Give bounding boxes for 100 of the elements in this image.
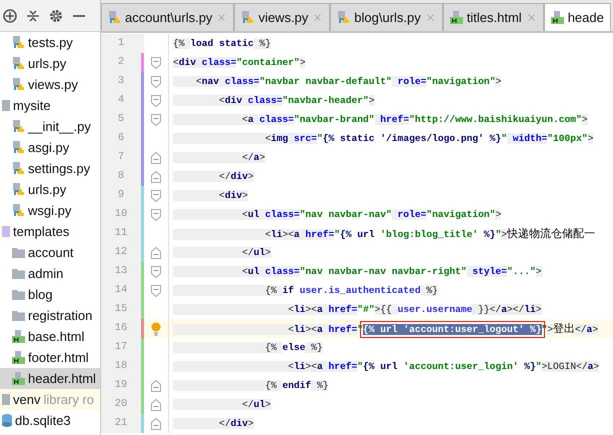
tree-item[interactable]: __init__.py (0, 116, 100, 137)
python-file-icon (12, 120, 25, 133)
tree-item[interactable]: urls.py (0, 53, 100, 74)
module-folder-icon (2, 394, 10, 405)
line-number: 20 (101, 395, 141, 414)
code-line: <ul class="nav navbar-nav" role="navigation"> (169, 209, 502, 220)
file-name: mysite (13, 98, 51, 113)
line-number: 12 (101, 243, 141, 262)
fold-marker-icon[interactable] (151, 76, 161, 88)
tree-item[interactable]: templates (0, 221, 100, 242)
tree-item[interactable]: venv library ro (0, 389, 100, 410)
line-number: 6 (101, 129, 141, 148)
fold-marker-icon[interactable] (151, 418, 161, 430)
editor-tab[interactable]: account\urls.py (101, 3, 234, 31)
code-line: <div class="container"> (172, 57, 306, 68)
html-file-icon (550, 11, 564, 24)
file-name: wsgi.py (28, 203, 72, 218)
line-number: 9 (101, 186, 141, 205)
fold-marker-icon[interactable] (151, 246, 161, 258)
file-name: urls.py (28, 182, 66, 197)
line-number: 16 (101, 319, 141, 338)
editor-tab[interactable]: titles.html (442, 3, 544, 31)
tree-item[interactable]: db.sqlite3 (0, 410, 100, 431)
code-line: <li><a href="{% url 'account:user_login' %}">LOGIN</a> (169, 361, 600, 372)
tab-label: heade (568, 10, 604, 25)
file-name: admin (28, 266, 64, 281)
file-name: header.html (28, 371, 96, 386)
tab-label: views.py (258, 10, 308, 25)
tab-label: titles.html (466, 10, 522, 25)
fold-marker-icon[interactable] (151, 152, 161, 164)
tree-item[interactable]: registration (0, 305, 100, 326)
settings-icon[interactable] (49, 8, 63, 22)
folder-icon (12, 289, 25, 300)
line-number: 1 (101, 34, 141, 53)
tree-item[interactable]: settings.py (0, 158, 100, 179)
tab-label: account\urls.py (125, 10, 212, 25)
file-name: __init__.py (28, 119, 91, 134)
code-line: {% load static %} (172, 38, 271, 49)
line-number: 3 (101, 72, 141, 91)
fold-marker-icon[interactable] (151, 208, 161, 220)
tree-item[interactable]: header.html (0, 368, 100, 389)
fold-marker-icon[interactable] (151, 398, 161, 410)
close-icon[interactable] (216, 12, 228, 23)
tree-item[interactable]: tests.py (0, 32, 100, 53)
tree-item[interactable]: asgi.py (0, 137, 100, 158)
tree-item[interactable]: views.py (0, 74, 100, 95)
python-file-icon (12, 141, 25, 154)
python-file-icon (12, 183, 25, 196)
code-line: <li><a href="{% url 'blog:blog_title' %}">快递物流仓储配一 (169, 226, 595, 241)
file-name: db.sqlite3 (15, 413, 71, 428)
collapse-all-icon[interactable] (26, 8, 40, 22)
fold-marker-icon[interactable] (151, 114, 161, 126)
fold-marker-icon[interactable] (151, 284, 161, 296)
file-name: account (28, 245, 74, 260)
line-number: 5 (101, 110, 141, 129)
editor-tab[interactable]: blog\urls.py (330, 3, 443, 31)
python-file-icon (12, 204, 25, 217)
module-folder-icon (2, 100, 10, 111)
tree-item[interactable]: account (0, 242, 100, 263)
tree-item[interactable]: footer.html (0, 347, 100, 368)
tree-item[interactable]: base.html (0, 326, 100, 347)
file-name: venv (13, 392, 40, 407)
python-file-icon (337, 11, 350, 24)
file-name: urls.py (28, 56, 66, 71)
file-name: asgi.py (28, 140, 70, 155)
library-root-label: library ro (43, 392, 94, 407)
python-file-icon (108, 11, 121, 24)
python-file-icon (241, 11, 254, 24)
tree-item[interactable]: mysite (0, 95, 100, 116)
code-line: <a class="navbar-brand" href="http://www.baishikuaiyun.com"> (169, 114, 588, 125)
tree-item[interactable]: admin (0, 263, 100, 284)
code-line: <div class="navbar-header"> (169, 95, 375, 106)
close-icon[interactable] (312, 12, 324, 23)
close-icon[interactable] (526, 12, 537, 23)
database-icon (2, 414, 12, 427)
code-line: <nav class="navbar navbar-default" role="navigation"> (169, 76, 502, 87)
add-circle-icon[interactable] (3, 8, 17, 22)
line-number: 13 (101, 262, 141, 281)
file-name: footer.html (28, 350, 89, 365)
fold-marker-icon[interactable] (151, 190, 161, 202)
folder-icon (12, 310, 25, 321)
tree-item[interactable]: blog (0, 284, 100, 305)
close-icon[interactable] (424, 12, 436, 23)
editor-tab[interactable]: heade (544, 3, 611, 31)
tree-item[interactable]: wsgi.py (0, 200, 100, 221)
fold-marker-icon[interactable] (151, 94, 161, 106)
file-name: blog (28, 287, 53, 302)
lightbulb-icon[interactable] (151, 322, 161, 336)
file-name: registration (28, 308, 92, 323)
fold-marker-icon[interactable] (151, 380, 161, 392)
fold-marker-icon[interactable] (151, 170, 161, 182)
line-number: 19 (101, 376, 141, 395)
editor-tab[interactable]: views.py (234, 3, 330, 31)
tree-item[interactable]: urls.py (0, 179, 100, 200)
file-name: tests.py (28, 35, 73, 50)
html-file-icon (12, 372, 25, 385)
html-file-icon (450, 11, 463, 24)
fold-marker-icon[interactable] (151, 266, 161, 278)
file-name: templates (13, 224, 70, 239)
fold-marker-icon[interactable] (151, 56, 161, 68)
